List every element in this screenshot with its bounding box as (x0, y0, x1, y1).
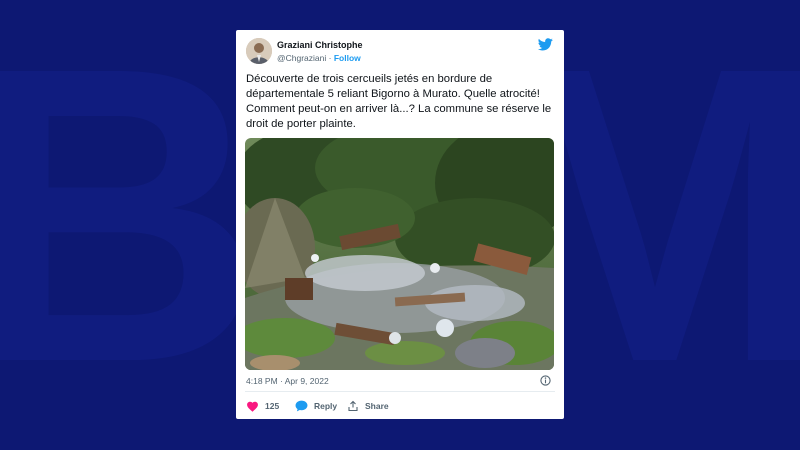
tweet-timestamp[interactable]: 4:18 PM · Apr 9, 2022 (246, 376, 329, 386)
reply-bubble-icon (295, 400, 308, 412)
author-handle[interactable]: @Chgraziani (277, 53, 326, 63)
share-icon (348, 400, 358, 412)
twitter-bird-icon[interactable] (538, 38, 553, 51)
tweet-text: Découverte de trois cercueils jetés en b… (246, 73, 552, 130)
heart-icon (247, 401, 258, 412)
like-button[interactable]: 125 (246, 399, 279, 413)
like-count: 125 (265, 401, 280, 411)
reply-label: Reply (314, 401, 338, 411)
reply-button[interactable]: Reply (295, 399, 337, 413)
share-button[interactable]: Share (347, 399, 389, 413)
avatar[interactable] (246, 38, 272, 64)
photo-illustration (245, 138, 554, 370)
follow-button[interactable]: Follow (334, 53, 361, 63)
author-meta: @Chgraziani · Follow (277, 53, 361, 63)
info-icon[interactable] (540, 375, 551, 386)
share-label: Share (365, 401, 389, 411)
meta-separator: · (328, 53, 332, 63)
tweet-photo[interactable] (245, 138, 554, 370)
author-name[interactable]: Graziani Christophe (277, 40, 363, 50)
tweet-card: Graziani Christophe @Chgraziani · Follow… (236, 30, 564, 419)
divider (245, 391, 555, 392)
